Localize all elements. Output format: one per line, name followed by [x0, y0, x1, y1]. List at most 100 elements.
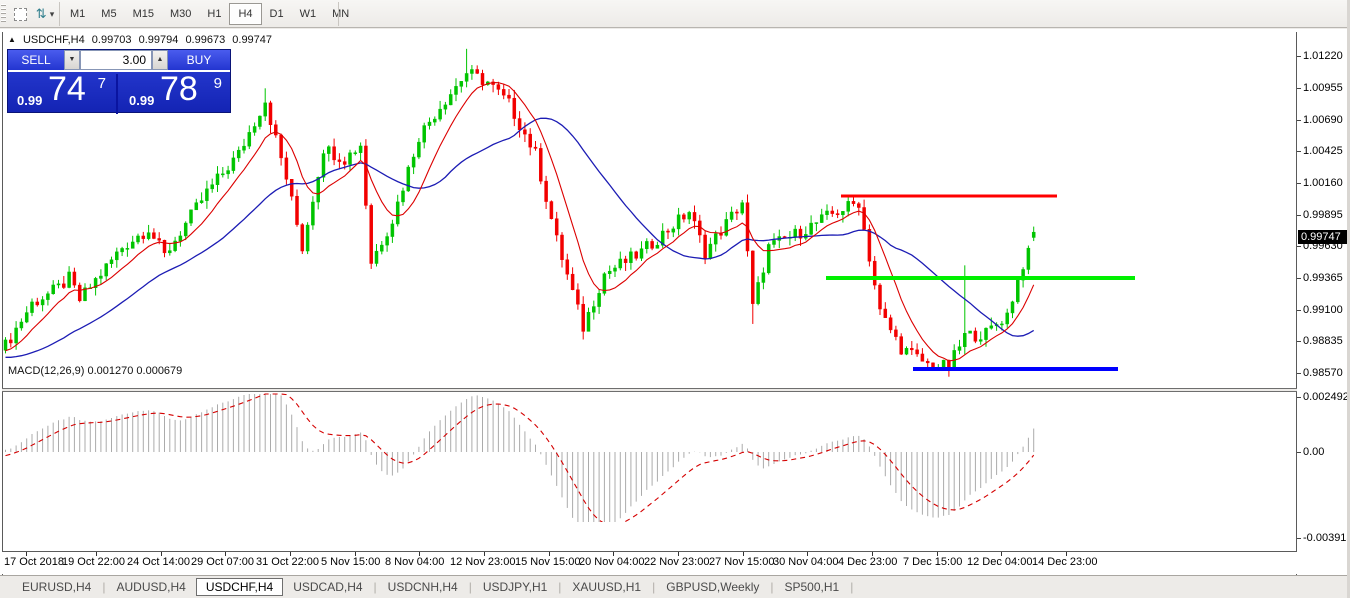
macd-axis-tick — [1297, 538, 1301, 539]
one-click-trade-panel: SELL ▼ 3.00 ▲ BUY 0.99 74 7 0.99 78 9 — [7, 49, 231, 113]
time-axis-label: 5 Nov 15:00 — [321, 556, 380, 568]
macd-axis-tick — [1297, 452, 1301, 453]
chart-frame — [1296, 32, 1297, 575]
time-axis-label: 8 Nov 04:00 — [385, 556, 444, 568]
time-axis-label: 31 Oct 22:00 — [256, 556, 319, 568]
price-axis-tick — [1297, 151, 1301, 152]
price-axis-label: 0.98835 — [1303, 335, 1349, 347]
price-axis-tick — [1297, 278, 1301, 279]
time-axis-label: 12 Dec 04:00 — [967, 556, 1032, 568]
close-value: 0.99747 — [232, 34, 272, 46]
price-axis-tick — [1297, 120, 1301, 121]
chart-tab-bar: EURUSD,H4|AUDUSD,H4USDCHF,H4USDCAD,H4|US… — [0, 575, 1350, 598]
timeframe-button-h1[interactable]: H1 — [199, 3, 229, 25]
arrange-charts-icon[interactable]: ⇅ ▾ — [32, 4, 58, 24]
volume-increase-button[interactable]: ▲ — [152, 50, 168, 70]
ask-price-tile[interactable]: 0.99 78 9 — [120, 74, 232, 114]
time-axis-label: 24 Oct 14:00 — [127, 556, 190, 568]
time-axis-label: 17 Oct 2018 — [4, 556, 64, 568]
time-axis-label: 29 Oct 07:00 — [191, 556, 254, 568]
tab-separator: | — [652, 580, 655, 594]
ohlc-readout: ▲ USDCHF,H4 0.99703 0.99794 0.99673 0.99… — [8, 34, 276, 46]
chart-frame — [2, 32, 3, 575]
price-axis-tick — [1297, 310, 1301, 311]
time-axis-label: 30 Nov 04:00 — [773, 556, 838, 568]
price-axis-tick — [1297, 88, 1301, 89]
price-axis-label: 0.98570 — [1303, 367, 1349, 379]
price-axis-label: 0.99100 — [1303, 304, 1349, 316]
timeframe-button-mn[interactable]: MN — [324, 3, 357, 25]
chart-window: ▲ USDCHF,H4 0.99703 0.99794 0.99673 0.99… — [0, 29, 1347, 575]
dropdown-caret-icon: ▾ — [50, 9, 55, 20]
price-axis-label: 1.01220 — [1303, 50, 1349, 62]
trade-panel-row: SELL ▼ 3.00 ▲ BUY — [8, 50, 230, 72]
price-axis-tick — [1297, 215, 1301, 216]
macd-indicator-canvas[interactable] — [3, 363, 1296, 522]
price-axis-label: 1.00160 — [1303, 177, 1349, 189]
tab-separator: | — [102, 580, 105, 594]
timeframe-button-w1[interactable]: W1 — [292, 3, 325, 25]
tab-separator: | — [558, 580, 561, 594]
price-axis-tick — [1297, 373, 1301, 374]
chart-tab-usdcnh[interactable]: USDCNH,H4 — [378, 578, 468, 596]
timeframe-button-m1[interactable]: M1 — [62, 3, 93, 25]
buy-button[interactable]: BUY — [168, 50, 230, 70]
macd-axis-tick — [1297, 397, 1301, 398]
toolbar: ⇅ ▾ M1M5M15M30H1H4D1W1MN — [0, 0, 1350, 28]
chart-tab-sp500[interactable]: SP500,H1 — [775, 578, 850, 596]
volume-input[interactable]: 3.00 — [80, 50, 152, 70]
collapse-panel-icon[interactable]: ▲ — [8, 35, 16, 44]
chart-tab-usdchf[interactable]: USDCHF,H4 — [196, 578, 283, 596]
tab-separator: | — [374, 580, 377, 594]
bid-prefix: 0.99 — [17, 93, 42, 108]
timeframe-button-m5[interactable]: M5 — [93, 3, 124, 25]
chart-tab-gbpusd[interactable]: GBPUSD,Weekly — [656, 578, 769, 596]
price-axis-tick — [1297, 341, 1301, 342]
ask-prefix: 0.99 — [129, 93, 154, 108]
tab-separator: | — [770, 580, 773, 594]
time-axis-label: 22 Nov 23:00 — [644, 556, 709, 568]
chart-tab-usdcad[interactable]: USDCAD,H4 — [283, 578, 372, 596]
price-axis-label: 0.99895 — [1303, 209, 1349, 221]
chart-tab-audusd[interactable]: AUDUSD,H4 — [106, 578, 195, 596]
chart-tab-eurusd[interactable]: EURUSD,H4 — [12, 578, 101, 596]
timeframe-button-m15[interactable]: M15 — [125, 3, 162, 25]
bid-big-digits: 74 — [48, 70, 86, 109]
bid-price-tile[interactable]: 0.99 74 7 — [8, 74, 118, 114]
macd-axis-label: 0.002492 — [1303, 391, 1349, 403]
chart-tab-usdjpy[interactable]: USDJPY,H1 — [473, 578, 557, 596]
symbol-period-label: USDCHF,H4 — [23, 34, 85, 46]
high-value: 0.99794 — [139, 34, 179, 46]
toolbar-separator — [59, 2, 60, 26]
tab-separator: | — [469, 580, 472, 594]
timeframe-button-d1[interactable]: D1 — [262, 3, 292, 25]
time-axis-label: 27 Nov 15:00 — [709, 556, 774, 568]
toolbar-separator — [338, 2, 339, 26]
tab-separator: | — [850, 580, 853, 594]
macd-axis-label: -0.003913 — [1303, 532, 1349, 544]
time-axis[interactable]: 17 Oct 201819 Oct 22:0024 Oct 14:0029 Oc… — [2, 552, 1297, 574]
select-tool-icon[interactable] — [10, 4, 30, 24]
time-axis-label: 20 Nov 04:00 — [579, 556, 644, 568]
pane-splitter[interactable] — [2, 391, 1297, 392]
mt4-window: ⇅ ▾ M1M5M15M30H1H4D1W1MN ▲ USDCHF,H4 0.9… — [0, 0, 1350, 598]
price-axis-tick — [1297, 246, 1301, 247]
bid-pip-digit: 7 — [98, 75, 106, 92]
chart-tab-xauusd[interactable]: XAUUSD,H1 — [562, 578, 651, 596]
arrange-arrows-glyph: ⇅ — [36, 4, 47, 24]
ask-pip-digit: 9 — [214, 75, 222, 92]
sell-button[interactable]: SELL — [8, 50, 64, 70]
volume-decrease-button[interactable]: ▼ — [64, 50, 80, 70]
timeframe-button-h4[interactable]: H4 — [229, 3, 261, 25]
time-axis-label: 14 Dec 23:00 — [1032, 556, 1097, 568]
price-axis-label: 1.00425 — [1303, 145, 1349, 157]
timeframe-button-m30[interactable]: M30 — [162, 3, 199, 25]
timeframe-group: M1M5M15M30H1H4D1W1MN — [62, 3, 357, 25]
price-axis-tick — [1297, 56, 1301, 57]
toolbar-grip[interactable] — [1, 4, 6, 24]
price-axis-label: 1.00955 — [1303, 82, 1349, 94]
time-axis-label: 12 Nov 23:00 — [450, 556, 515, 568]
price-axis-label: 0.99365 — [1303, 272, 1349, 284]
ask-big-digits: 78 — [160, 70, 198, 109]
current-price-badge: 0.99747 — [1298, 230, 1347, 244]
